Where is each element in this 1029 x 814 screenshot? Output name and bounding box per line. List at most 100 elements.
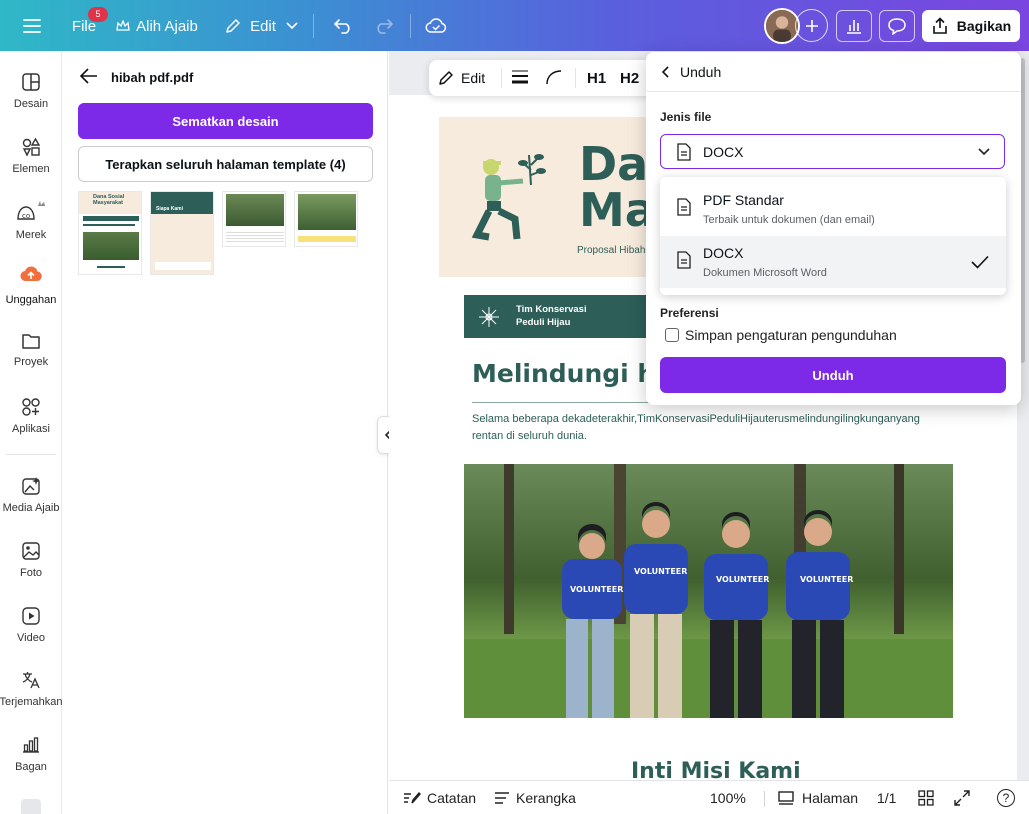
line-weight-button[interactable]	[511, 69, 529, 88]
gardener-illustration	[471, 154, 546, 241]
insights-button[interactable]	[836, 10, 872, 42]
toolbar-divider	[575, 68, 576, 88]
magic-switch-label: Alih Ajaib	[136, 17, 198, 35]
top-bar: File 5 Alih Ajaib Edit Bagikan	[0, 0, 1029, 51]
edit-mode-label: Edit	[250, 17, 276, 35]
zoom-level[interactable]: 100%	[710, 781, 746, 814]
redo-icon	[377, 19, 394, 34]
rail-item-terjemahkan[interactable]: Terjemahkan	[0, 670, 63, 708]
edit-mode-button[interactable]: Edit	[220, 10, 302, 42]
shirt-text-2: VOLUNTEER	[634, 567, 687, 576]
edit-text-label: Edit	[461, 70, 486, 86]
thumb-text	[97, 266, 125, 268]
rail-item-desain[interactable]: Desain	[0, 72, 62, 110]
apply-template-button[interactable]: Terapkan seluruh halaman template (4)	[78, 146, 373, 182]
help-button[interactable]: ?	[997, 781, 1015, 814]
option-title: DOCX	[703, 245, 744, 261]
file-type-select[interactable]: DOCX	[660, 134, 1005, 169]
download-header-label: Unduh	[680, 64, 722, 80]
option-docx[interactable]: DOCX Dokumen Microsoft Word	[660, 236, 1006, 288]
folder-icon	[22, 334, 40, 349]
rail-item-merek[interactable]: co Merek	[0, 199, 62, 241]
side-panel: hibah pdf.pdf Sematkan desain Terapkan s…	[62, 51, 388, 814]
crown-icon	[116, 20, 130, 31]
save-settings-checkbox[interactable]	[665, 328, 679, 342]
undo-button[interactable]	[327, 10, 359, 42]
menu-button[interactable]	[16, 10, 48, 42]
back-button[interactable]	[79, 68, 100, 86]
back-to-share-button[interactable]: Unduh	[662, 64, 721, 80]
bottom-divider	[764, 791, 765, 807]
template-page-thumb-3[interactable]	[222, 191, 286, 247]
undo-icon	[333, 19, 350, 34]
hamburger-icon	[23, 19, 41, 33]
heading-2-button[interactable]: H2	[620, 70, 639, 87]
file-type-value: DOCX	[703, 143, 744, 160]
thumb-note	[298, 236, 356, 242]
file-type-label: Jenis file	[660, 110, 712, 124]
invite-button[interactable]	[795, 9, 828, 42]
option-pdf-standard[interactable]: PDF Standar Terbaik untuk dokumen (dan e…	[660, 183, 1006, 235]
outline-button[interactable]: Kerangka	[494, 781, 576, 814]
thumb-banner	[83, 216, 139, 221]
template-page-thumb-4[interactable]	[294, 191, 358, 247]
svg-text:co: co	[22, 212, 30, 220]
rail-item-unggahan[interactable]: Unggahan	[0, 264, 62, 306]
arrow-left-icon	[79, 68, 97, 84]
download-header: Unduh	[646, 52, 1021, 92]
rail-item-proyek[interactable]: Proyek	[0, 332, 62, 368]
heading-1-button[interactable]: H1	[587, 70, 606, 87]
document-icon	[677, 142, 691, 161]
bottom-bar: Catatan Kerangka 100% Halaman 1/1 ?	[389, 780, 1029, 814]
rail-item-elemen[interactable]: Elemen	[0, 137, 62, 175]
magic-switch-button[interactable]: Alih Ajaib	[114, 10, 200, 42]
cloud-check-icon	[425, 18, 447, 33]
document-icon	[677, 198, 691, 216]
chevron-down-icon	[286, 22, 298, 30]
app-window: File 5 Alih Ajaib Edit Bagikan Desain El…	[0, 0, 1029, 814]
pages-button[interactable]: Halaman	[778, 781, 858, 814]
shirt-text-3: VOLUNTEER	[716, 575, 769, 584]
rail-item-video[interactable]: Video	[0, 606, 62, 644]
notes-label: Catatan	[427, 790, 477, 806]
save-settings-label[interactable]: Simpan pengaturan pengunduhan	[685, 327, 897, 343]
cloud-save-button[interactable]	[420, 10, 452, 42]
thumb-photo	[226, 194, 284, 226]
magic-media-icon	[22, 477, 40, 495]
notes-icon	[404, 791, 421, 804]
shirt-text-4: VOLUNTEER	[800, 575, 853, 584]
curve-icon	[546, 70, 562, 85]
template-page-thumb-2[interactable]: Siapa Kami	[150, 191, 214, 275]
plus-icon	[805, 19, 818, 32]
download-button[interactable]: Unduh	[660, 357, 1006, 393]
photo-icon	[22, 542, 40, 560]
embed-design-button[interactable]: Sematkan desain	[78, 103, 373, 139]
template-page-thumb-1[interactable]: Dana Sosial Masyarakat	[78, 191, 142, 275]
rail-item-foto[interactable]: Foto	[0, 541, 62, 579]
fullscreen-button[interactable]	[954, 781, 970, 814]
rail-item-media-ajaib[interactable]: Media Ajaib	[0, 476, 62, 514]
team-name: Tim Konservasi Peduli Hijau	[516, 304, 587, 328]
thumb-photo	[298, 194, 356, 230]
thumb-photo	[83, 232, 139, 260]
notes-button[interactable]: Catatan	[403, 781, 476, 814]
chevron-down-icon	[978, 148, 990, 156]
grid-view-button[interactable]	[918, 781, 934, 814]
corner-button[interactable]	[545, 69, 563, 88]
option-description: Dokumen Microsoft Word	[703, 267, 827, 279]
brand-icon: co	[17, 201, 45, 220]
expand-icon	[954, 790, 970, 806]
rail-more-icon[interactable]	[21, 799, 41, 814]
rail-item-aplikasi[interactable]: Aplikasi	[0, 397, 62, 435]
volunteers-photo[interactable]: VOLUNTEER VOLUNTEER VOLUNTEER VOLUNTEER	[464, 464, 953, 718]
toolbar-divider	[501, 68, 502, 88]
pages-label: Halaman	[802, 790, 859, 806]
file-type-dropdown: PDF Standar Terbaik untuk dokumen (dan e…	[660, 177, 1006, 295]
rail-item-bagan[interactable]: Bagan	[0, 735, 62, 773]
chevron-left-icon	[662, 66, 669, 78]
redo-button[interactable]	[368, 10, 400, 42]
share-upload-icon	[932, 17, 947, 34]
edit-text-button[interactable]: Edit	[437, 60, 485, 96]
share-button[interactable]: Bagikan	[922, 10, 1020, 42]
comments-button[interactable]	[879, 10, 915, 42]
